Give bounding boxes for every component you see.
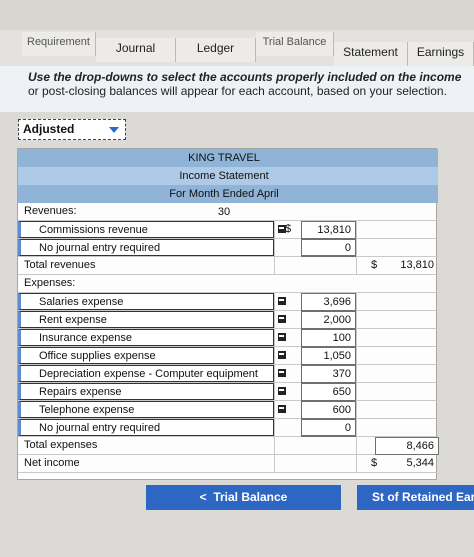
amount-input[interactable]: 13,810 xyxy=(317,222,351,239)
net-income-row: Net income $5,344 xyxy=(18,455,438,473)
dropdown-marker-icon xyxy=(278,297,286,305)
prev-trial-balance-button[interactable]: < Trial Balance xyxy=(146,485,341,510)
tab-statement[interactable]: Statement xyxy=(334,42,408,66)
table-row: Insurance expense 100 xyxy=(18,329,438,347)
instruction-line-1: Use the drop-downs to select the account… xyxy=(28,70,462,84)
dropdown-marker-icon xyxy=(278,315,286,323)
table-row: Repairs expense 650 xyxy=(18,383,438,401)
tab-bar: Requirement Journal Ledger Trial Balance… xyxy=(0,30,474,66)
tab-ledger[interactable]: Ledger xyxy=(176,38,256,62)
amount-input[interactable]: 0 xyxy=(345,240,351,257)
table-row: No journal entry required 0 xyxy=(18,239,438,257)
dropdown-marker-icon xyxy=(278,387,286,395)
balance-type-value: Adjusted xyxy=(23,122,75,136)
account-select[interactable]: Telephone expense xyxy=(18,401,274,418)
balance-type-dropdown[interactable]: Adjusted xyxy=(18,119,126,140)
amount-input[interactable]: 370 xyxy=(333,366,351,383)
company-name-header: KING TRAVEL xyxy=(18,149,438,167)
amount-input[interactable]: 650 xyxy=(333,384,351,401)
table-row: Rent expense 2,000 xyxy=(18,311,438,329)
currency-symbol: $ xyxy=(371,457,378,469)
currency-symbol: $ xyxy=(285,223,292,235)
table-row: No journal entry required 0 xyxy=(18,419,438,437)
next-retained-earnings-button[interactable]: St of Retained Earnin xyxy=(357,485,474,510)
tab-trial-balance[interactable]: Trial Balance xyxy=(256,32,334,56)
amount-input[interactable]: 1,050 xyxy=(323,348,351,365)
dropdown-marker-icon xyxy=(278,369,286,377)
account-select[interactable]: Insurance expense xyxy=(18,329,274,346)
dropdown-marker-icon xyxy=(278,351,286,359)
chevron-left-icon: < xyxy=(199,490,214,504)
total-revenues-row: Total revenues $13,810 xyxy=(18,257,438,275)
amount-input[interactable]: 3,696 xyxy=(323,294,351,311)
table-row: Telephone expense 600 xyxy=(18,401,438,419)
dropdown-marker-icon xyxy=(278,405,286,413)
amount-input[interactable]: 0 xyxy=(345,420,351,437)
account-select[interactable]: Commissions revenue xyxy=(18,221,274,238)
statement-period-header: For Month Ended April 30 xyxy=(18,185,438,218)
total-expenses-row: Total expenses 8,466 xyxy=(18,437,439,455)
table-row: Office supplies expense 1,050 xyxy=(18,347,438,365)
account-select[interactable]: Depreciation expense - Computer equipmen… xyxy=(18,365,274,382)
table-row: Salaries expense 3,696 xyxy=(18,293,438,311)
amount-input[interactable]: 600 xyxy=(333,402,351,419)
tab-requirement[interactable]: Requirement xyxy=(22,32,96,56)
account-select[interactable]: Office supplies expense xyxy=(18,347,274,364)
instruction-line-2: or post-closing balances will appear for… xyxy=(28,84,447,98)
income-statement: KING TRAVEL Income Statement For Month E… xyxy=(17,148,439,480)
total-expenses-input[interactable]: 8,466 xyxy=(406,438,434,455)
account-select[interactable]: Rent expense xyxy=(18,311,274,328)
account-select[interactable]: No journal entry required xyxy=(18,419,274,436)
amount-input[interactable]: 100 xyxy=(333,330,351,347)
instruction-panel: Use the drop-downs to select the account… xyxy=(0,66,474,112)
tab-journal[interactable]: Journal xyxy=(96,38,176,62)
currency-symbol: $ xyxy=(371,259,378,271)
tab-earnings[interactable]: Earnings xyxy=(408,42,474,66)
chevron-down-icon xyxy=(109,127,119,133)
expenses-heading-row: Expenses: xyxy=(18,275,438,293)
table-row: Depreciation expense - Computer equipmen… xyxy=(18,365,438,383)
amount-input[interactable]: 2,000 xyxy=(323,312,351,329)
total-revenues-amount: 13,810 xyxy=(400,259,434,271)
account-select[interactable]: Repairs expense xyxy=(18,383,274,400)
statement-title-header: Income Statement xyxy=(18,167,438,185)
dropdown-marker-icon xyxy=(278,333,286,341)
net-income-amount: 5,344 xyxy=(406,457,434,469)
account-select[interactable]: No journal entry required xyxy=(18,239,274,256)
table-row: Commissions revenue $13,810 xyxy=(18,221,438,239)
account-select[interactable]: Salaries expense xyxy=(18,293,274,310)
revenues-heading-row: Revenues: xyxy=(18,203,438,221)
